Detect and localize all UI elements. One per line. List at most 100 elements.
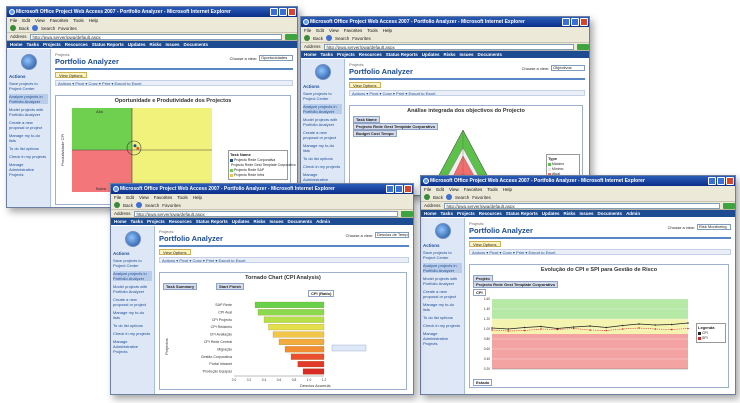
maximize-icon[interactable] (717, 177, 725, 185)
sidebar-item-create[interactable]: Create a new proposal or project (113, 297, 152, 307)
sidebar-item-analyze[interactable]: Analyze projects in Portfolio Analyzer (9, 94, 48, 104)
nav-risks[interactable]: Risks (444, 51, 456, 58)
menu-help[interactable]: Help (89, 17, 98, 24)
menu-tools[interactable]: Tools (487, 186, 498, 193)
menu-help[interactable]: Help (383, 27, 392, 34)
field-header-task[interactable]: Task Name (353, 116, 380, 123)
browser-toolbar[interactable]: Back Search Favorites (301, 34, 589, 43)
menu-bar[interactable]: File Edit View Favorites Tools Help (301, 27, 589, 34)
menu-edit[interactable]: Edit (436, 186, 444, 193)
minimize-icon[interactable] (562, 18, 570, 26)
menu-tools[interactable]: Tools (177, 194, 188, 201)
menu-help[interactable]: Help (503, 186, 512, 193)
back-icon[interactable] (424, 194, 430, 200)
menu-tools[interactable]: Tools (73, 17, 84, 24)
menu-favorites[interactable]: Favorites (154, 194, 173, 201)
sidebar-item-model[interactable]: Model projects with Portfolio Analyzer (303, 117, 342, 127)
forward-icon[interactable] (446, 194, 453, 200)
sidebar-item-admin[interactable]: Manage Administrative Projects (113, 339, 152, 354)
nav-documents[interactable]: Documents (184, 41, 209, 48)
window-controls[interactable] (562, 18, 588, 26)
nav-issues[interactable]: Issues (580, 210, 594, 217)
nav-issues[interactable]: Issues (460, 51, 474, 58)
view-dropdown[interactable]: Desvios de Tempo (375, 232, 409, 238)
nav-documents[interactable]: Documents (288, 218, 313, 225)
menu-bar[interactable]: File Edit View Favorites Tools Help (7, 17, 297, 24)
field-header-project[interactable]: Projecto Rede Gest Template Corporativo (473, 281, 559, 288)
nav-issues[interactable]: Issues (270, 218, 284, 225)
favorites-button[interactable]: Favorites (352, 36, 371, 41)
menu-view[interactable]: View (35, 17, 45, 24)
nav-resources[interactable]: Resources (479, 210, 502, 217)
close-icon[interactable] (726, 177, 734, 185)
address-input[interactable]: http://pwa.server/pwa/default.aspx (323, 43, 574, 50)
sidebar-item-checkin[interactable]: Check in my projects (113, 331, 152, 336)
nav-tasks[interactable]: Tasks (321, 51, 333, 58)
sidebar-item-todo-options[interactable]: To do list options (9, 146, 48, 151)
back-icon[interactable] (304, 35, 310, 41)
maximize-icon[interactable] (279, 8, 287, 16)
sidebar-item-model[interactable]: Model projects with Portfolio Analyzer (423, 276, 462, 286)
back-button[interactable]: Back (313, 36, 323, 41)
sidebar-item-analyze[interactable]: Analyze projects in Portfolio Analyzer (113, 271, 152, 281)
nav-projects[interactable]: Projects (147, 218, 165, 225)
pwa-nav[interactable]: Home Tasks Projects Resources Status Reports… (111, 218, 413, 225)
sidebar-item-model[interactable]: Model projects with Portfolio Analyzer (9, 107, 48, 117)
close-icon[interactable] (288, 8, 296, 16)
menu-bar[interactable]: File Edit View Favorites Tools Help (421, 186, 735, 193)
sidebar-item-create[interactable]: Create a new proposal or project (303, 130, 342, 140)
sidebar-item-todo-options[interactable]: To do list options (113, 323, 152, 328)
forward-icon[interactable] (326, 35, 333, 41)
action-toolbar[interactable]: Actions ▾ Pivot ▾ Copy ▾ Print ▾ Export … (159, 257, 409, 263)
sidebar-item-create[interactable]: Create a new proposal or project (9, 120, 48, 130)
favorites-button[interactable]: Favorites (162, 203, 181, 208)
address-input[interactable]: http://pwa.server/pwa/default.aspx (443, 202, 720, 209)
menu-file[interactable]: File (10, 17, 17, 24)
nav-projects[interactable]: Projects (457, 210, 475, 217)
sidebar-item-todo[interactable]: Manage my to-do lists (113, 310, 152, 320)
drop-zone[interactable] (331, 344, 367, 352)
menu-help[interactable]: Help (193, 194, 202, 201)
browser-window-tornado[interactable]: Microsoft Office Project Web Access 2007… (110, 183, 414, 395)
browser-toolbar[interactable]: Back Search Favorites (7, 24, 297, 33)
window-controls[interactable] (708, 177, 734, 185)
go-button[interactable] (285, 33, 297, 40)
nav-updates[interactable]: Updates (422, 51, 440, 58)
nav-updates[interactable]: Updates (128, 41, 146, 48)
nav-home[interactable]: Home (424, 210, 437, 217)
view-dropdown[interactable]: Objectivos (551, 65, 585, 71)
nav-resources[interactable]: Resources (65, 41, 88, 48)
nav-issues[interactable]: Issues (166, 41, 180, 48)
nav-updates[interactable]: Updates (542, 210, 560, 217)
search-button[interactable]: Search (41, 26, 55, 31)
sidebar-item-todo[interactable]: Manage my to-do lists (303, 143, 342, 153)
nav-tasks[interactable]: Tasks (27, 41, 39, 48)
menu-view[interactable]: View (449, 186, 459, 193)
browser-window-opportunity[interactable]: Microsoft Office Project Web Access 2007… (6, 6, 298, 208)
nav-admin[interactable]: Admin (626, 210, 640, 217)
pwa-nav[interactable]: Home Tasks Projects Resources Status Reports… (421, 210, 735, 217)
nav-home[interactable]: Home (10, 41, 23, 48)
sidebar-item-todo-options[interactable]: To do list options (303, 156, 342, 161)
nav-home[interactable]: Home (304, 51, 317, 58)
view-dropdown[interactable]: Risk Monitoring (697, 224, 731, 230)
sidebar-item-todo-options[interactable]: To do list options (423, 315, 462, 320)
nav-documents[interactable]: Documents (598, 210, 623, 217)
menu-tools[interactable]: Tools (367, 27, 378, 34)
menu-edit[interactable]: Edit (316, 27, 324, 34)
window-controls[interactable] (270, 8, 296, 16)
sidebar-item-admin[interactable]: Manage Administrative Projects (423, 331, 462, 346)
action-toolbar[interactable]: Actions ▾ Pivot ▾ Copy ▾ Print ▾ Export … (469, 249, 731, 255)
forward-icon[interactable] (136, 202, 143, 208)
filter-dropdown[interactable]: Estado (473, 379, 493, 386)
close-icon[interactable] (404, 185, 412, 193)
go-button[interactable] (577, 43, 589, 50)
nav-tasks[interactable]: Tasks (131, 218, 143, 225)
menu-file[interactable]: File (424, 186, 431, 193)
nav-documents[interactable]: Documents (478, 51, 503, 58)
menu-edit[interactable]: Edit (126, 194, 134, 201)
favorites-button[interactable]: Favorites (58, 26, 77, 31)
view-options-button[interactable]: View Options (469, 241, 501, 247)
pwa-nav[interactable]: Home Tasks Projects Resources Status Reports… (7, 41, 297, 48)
nav-status-reports[interactable]: Status Reports (92, 41, 124, 48)
